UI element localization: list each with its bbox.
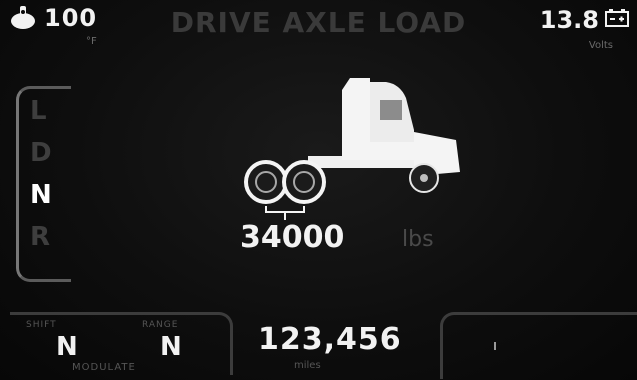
gear-item-r: R (30, 222, 51, 252)
shift-value: N (56, 332, 78, 362)
voltage-value: 13.8 (539, 6, 599, 34)
axle-load-value: 34000 (240, 220, 345, 255)
odometer-unit: miles (294, 360, 321, 371)
range-value: N (160, 332, 182, 362)
battery-icon (605, 8, 631, 32)
range-caption: RANGE (142, 320, 179, 330)
axle-load-unit: lbs (402, 227, 434, 252)
gear-item-d: D (30, 138, 52, 168)
truck-illustration (238, 72, 468, 226)
bottom-right-panel (440, 312, 637, 379)
gear-item-n: N (30, 180, 52, 210)
odometer-value: 123,456 (258, 322, 402, 357)
voltage-unit: Volts (588, 40, 613, 51)
voltage-readout: 13.8 (540, 6, 631, 34)
gear-item-l: L (30, 96, 47, 126)
gauge-tick (494, 342, 496, 350)
modulate-label: MODULATE (72, 362, 136, 373)
shift-caption: SHIFT (26, 320, 57, 330)
gear-selector: L D N R (30, 96, 60, 264)
dashboard-screen: 100 °F DRIVE AXLE LOAD 13.8 Volts L D N … (0, 0, 637, 380)
